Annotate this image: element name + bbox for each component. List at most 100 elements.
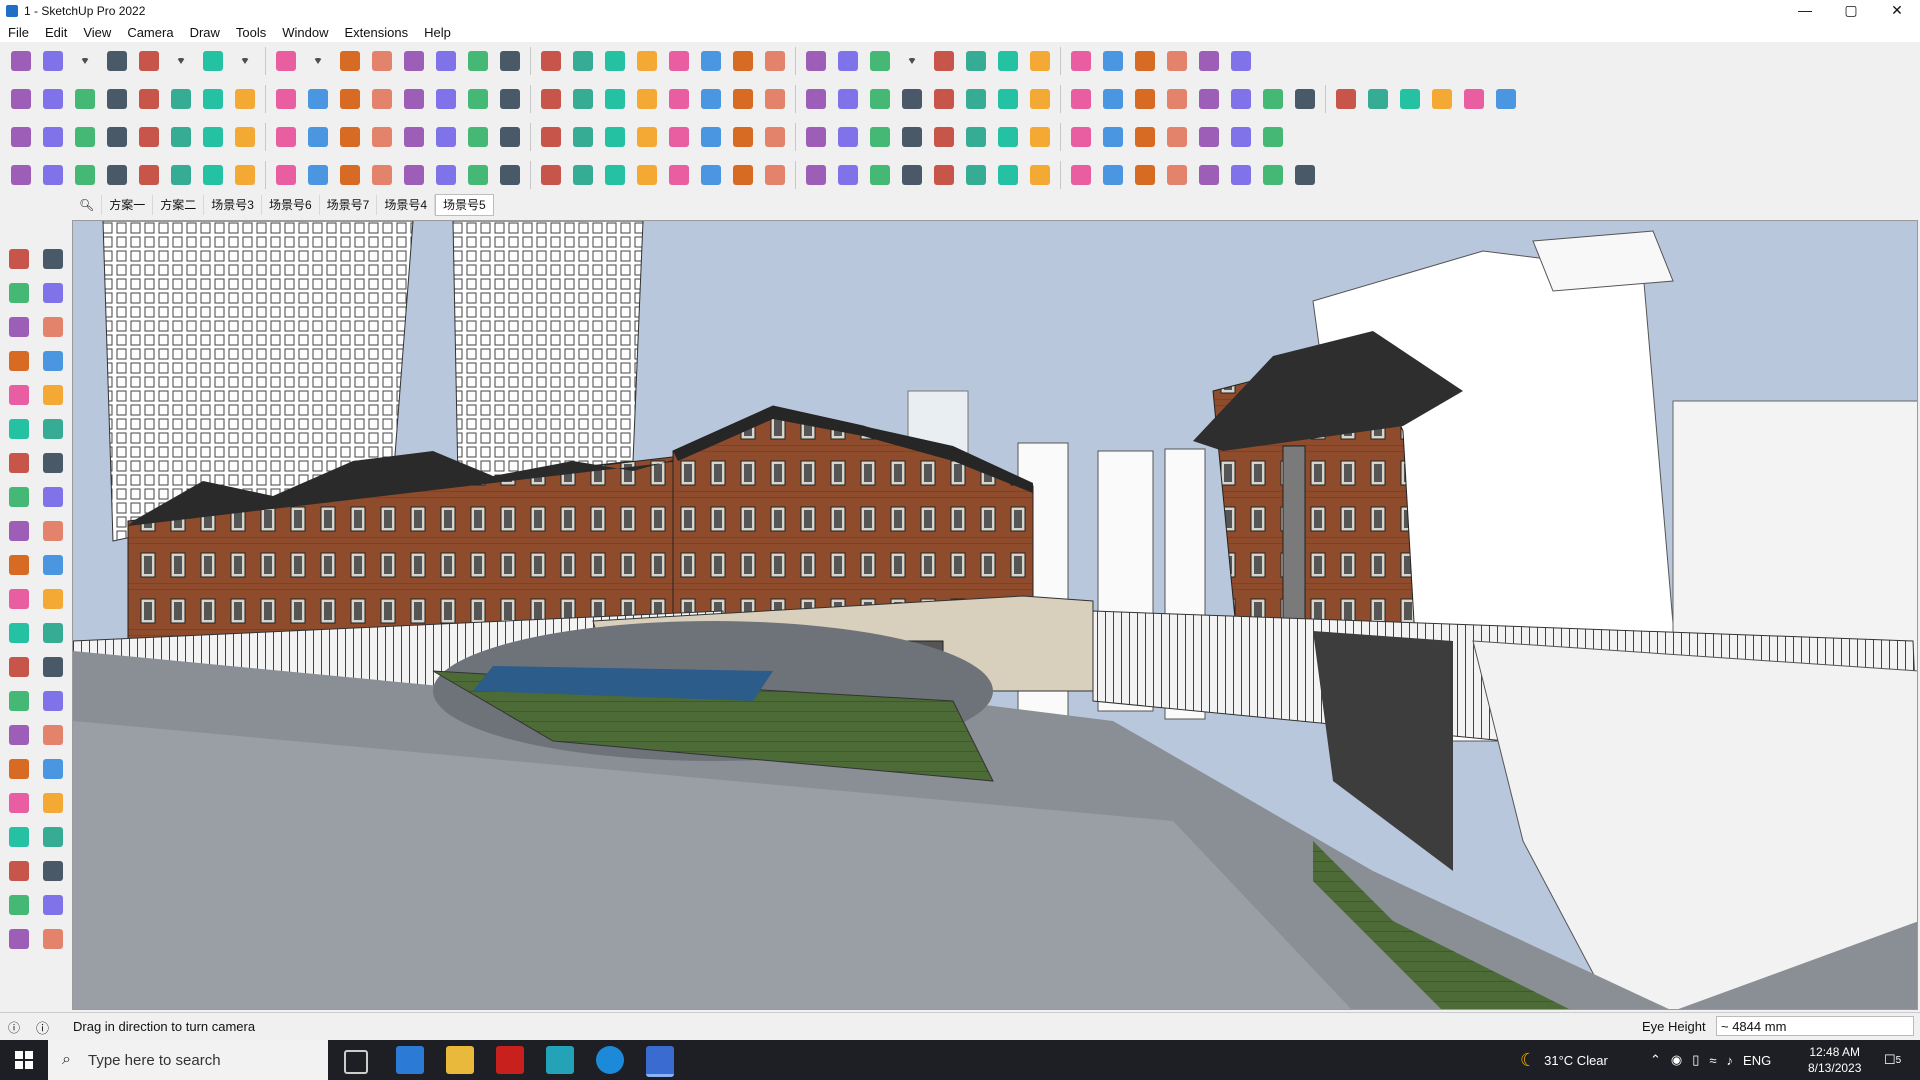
r3-b-icon[interactable] <box>38 122 68 152</box>
volume-icon[interactable]: ♪ <box>1727 1053 1734 1068</box>
r4-p-icon[interactable] <box>495 160 525 190</box>
r4-t-icon[interactable] <box>632 160 662 190</box>
eraser-icon[interactable] <box>102 46 132 76</box>
language-indicator[interactable]: ENG <box>1743 1053 1771 1068</box>
arc-icon[interactable] <box>367 84 397 114</box>
shade-b-icon[interactable] <box>536 84 566 114</box>
menu-help[interactable]: Help <box>416 25 459 40</box>
r3-ah-icon[interactable] <box>1098 122 1128 152</box>
dropdown-icon[interactable] <box>303 46 333 76</box>
scene-tab-active[interactable]: 场景号5 <box>435 194 494 216</box>
tool-a-icon[interactable] <box>102 84 132 114</box>
r4-c-icon[interactable] <box>70 160 100 190</box>
r4-f-icon[interactable] <box>166 160 196 190</box>
shade-a-icon[interactable] <box>495 84 525 114</box>
taskbar-search[interactable]: ⌕ Type here to search <box>48 1040 328 1080</box>
r4-ak-icon[interactable] <box>1194 160 1224 190</box>
r3-z-icon[interactable] <box>833 122 863 152</box>
shape-h-icon[interactable] <box>1098 84 1128 114</box>
arc3-icon[interactable] <box>38 482 68 512</box>
orbit-icon[interactable] <box>600 46 630 76</box>
paint-bucket-icon[interactable] <box>4 278 34 308</box>
r3-k-icon[interactable] <box>335 122 365 152</box>
status-info-icon[interactable]: ⓘ <box>8 1019 20 1036</box>
r3-d-icon[interactable] <box>102 122 132 152</box>
r4-x-icon[interactable] <box>760 160 790 190</box>
r4-ac-icon[interactable] <box>929 160 959 190</box>
r3-n-icon[interactable] <box>431 122 461 152</box>
dropdown-icon[interactable] <box>897 46 927 76</box>
shape-j-icon[interactable] <box>1162 84 1192 114</box>
tool-c-icon[interactable] <box>166 84 196 114</box>
follow-me-icon[interactable] <box>38 550 68 580</box>
dimension-icon[interactable] <box>38 618 68 648</box>
zoom-extents-icon[interactable] <box>4 788 34 818</box>
arc2-icon[interactable] <box>4 482 34 512</box>
zoom-extents-icon[interactable] <box>696 46 726 76</box>
slash-a-icon[interactable] <box>399 84 429 114</box>
sandbox-icon[interactable] <box>1098 46 1128 76</box>
select-icon[interactable] <box>38 46 68 76</box>
r3-x-icon[interactable] <box>760 122 790 152</box>
line-icon[interactable] <box>4 346 34 376</box>
tool-h-icon[interactable] <box>335 84 365 114</box>
zoom-icon[interactable] <box>4 754 34 784</box>
model-viewport[interactable] <box>72 220 1918 1010</box>
pencil-pink-icon[interactable] <box>1258 84 1288 114</box>
r4-b-icon[interactable] <box>38 160 68 190</box>
sketchup-taskbar-icon[interactable] <box>646 1046 674 1077</box>
dropdown-icon[interactable] <box>70 46 100 76</box>
eye-height-input[interactable]: ~ 4844 mm <box>1716 1016 1914 1036</box>
minimize-button[interactable]: — <box>1782 0 1828 22</box>
r4-k-icon[interactable] <box>335 160 365 190</box>
shape-c-icon[interactable] <box>929 84 959 114</box>
download-icon[interactable] <box>1066 46 1096 76</box>
pen-icon[interactable] <box>833 84 863 114</box>
r3-c-icon[interactable] <box>70 122 100 152</box>
eraser-icon[interactable] <box>38 278 68 308</box>
pan-icon[interactable] <box>632 46 662 76</box>
house-d-icon[interactable] <box>664 84 694 114</box>
r3-o-icon[interactable] <box>463 122 493 152</box>
rotated-rect-icon[interactable] <box>38 380 68 410</box>
r3-ak-icon[interactable] <box>1194 122 1224 152</box>
scene-tab[interactable]: 方案二 <box>153 195 205 215</box>
house-c-icon[interactable] <box>632 84 662 114</box>
r4-r-icon[interactable] <box>568 160 598 190</box>
push-pull-icon[interactable] <box>335 46 365 76</box>
r3-af-icon[interactable] <box>1025 122 1055 152</box>
right-view-icon[interactable] <box>833 46 863 76</box>
text-icon[interactable] <box>536 46 566 76</box>
share-icon[interactable] <box>38 890 68 920</box>
r3-e-icon[interactable] <box>134 122 164 152</box>
r3-aj-icon[interactable] <box>1162 122 1192 152</box>
arc-icon[interactable] <box>4 448 34 478</box>
shape-e-icon[interactable] <box>993 84 1023 114</box>
orbit-icon[interactable] <box>38 244 68 274</box>
text-icon[interactable] <box>38 652 68 682</box>
follow-me-icon[interactable] <box>367 46 397 76</box>
display-icon[interactable]: ▯ <box>1692 1052 1699 1068</box>
undo-icon[interactable] <box>1162 46 1192 76</box>
r3-j-icon[interactable] <box>303 122 333 152</box>
section-icon[interactable] <box>1130 46 1160 76</box>
wifi-icon[interactable]: ≈ <box>1709 1053 1716 1068</box>
r3-am-icon[interactable] <box>1258 122 1288 152</box>
section-plane-icon[interactable] <box>38 856 68 886</box>
r4-an-icon[interactable] <box>1290 160 1320 190</box>
upload-icon[interactable] <box>1025 46 1055 76</box>
line-icon[interactable] <box>134 46 164 76</box>
shape-b-icon[interactable] <box>897 84 927 114</box>
chevron-up-icon[interactable]: ⌃ <box>1650 1052 1661 1068</box>
slash-b-icon[interactable] <box>431 84 461 114</box>
r3-g-icon[interactable] <box>198 122 228 152</box>
scene-tab[interactable]: 场景号7 <box>320 195 378 215</box>
font-icon[interactable] <box>760 84 790 114</box>
shape-a-icon[interactable] <box>865 84 895 114</box>
iso-view-icon[interactable] <box>728 46 758 76</box>
r3-m-icon[interactable] <box>399 122 429 152</box>
misc-c-icon[interactable] <box>1363 84 1393 114</box>
r4-s-icon[interactable] <box>600 160 630 190</box>
zoom-window-icon[interactable] <box>664 46 694 76</box>
lasso-icon[interactable] <box>198 46 228 76</box>
